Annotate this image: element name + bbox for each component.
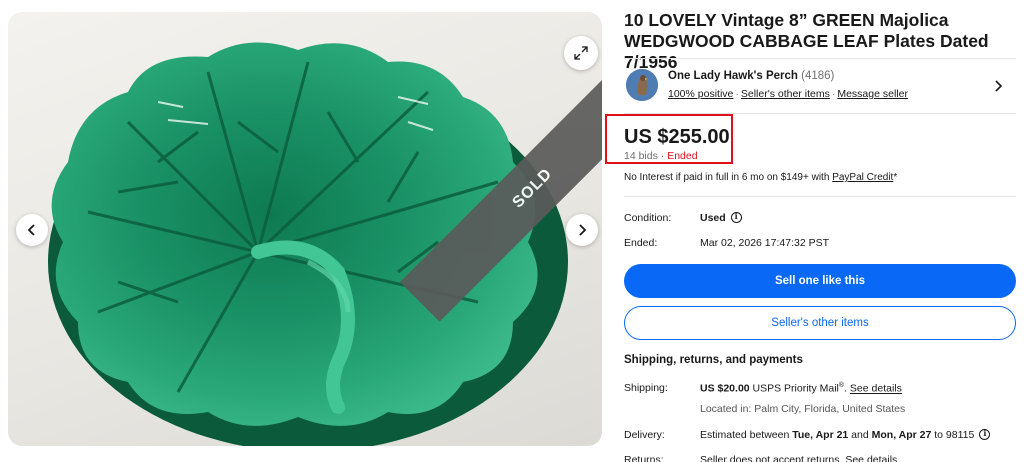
separator-dot: · — [831, 88, 836, 100]
seller-avatar[interactable] — [626, 69, 658, 101]
sold-label: SOLD — [509, 165, 556, 212]
delivery-end: Mon, Apr 27 — [871, 429, 932, 441]
next-image-button[interactable] — [566, 214, 598, 246]
ended-label: Ended: — [624, 237, 658, 249]
separator-dot: · — [660, 150, 665, 162]
divider — [624, 196, 1016, 197]
shipping-service: USPS Priority Mail — [752, 382, 839, 395]
message-seller-link[interactable]: Message seller — [837, 88, 908, 100]
chevron-left-icon — [27, 224, 35, 236]
condition-label: Condition: — [624, 212, 672, 224]
seller-links: 100% positive · Seller's other items · Messa… — [668, 88, 908, 100]
returns-see-details-link[interactable]: See details — [845, 454, 897, 462]
delivery-value: Estimated between Tue, Apr 21 and Mon, A… — [700, 428, 991, 441]
image-gallery[interactable]: SOLD — [8, 12, 602, 446]
separator-dot: · — [735, 88, 739, 100]
chevron-right-icon — [579, 224, 587, 236]
shipping-see-details-link[interactable]: See details — [850, 383, 902, 395]
shipping-value: US $20.00 USPS Priority Mail®. See detai… — [700, 382, 902, 395]
expand-icon — [574, 46, 588, 60]
previous-image-button[interactable] — [16, 214, 48, 246]
paypal-credit-link[interactable]: PayPal Credit — [832, 172, 893, 183]
returns-label: Returns: — [624, 454, 664, 462]
shipping-label: Shipping: — [624, 382, 668, 394]
credit-suffix: * — [893, 172, 898, 183]
ended-status: Ended — [667, 150, 698, 162]
shipping-section-title: Shipping, returns, and payments — [624, 354, 803, 366]
credit-offer: No Interest if paid in full in 6 mo on $… — [624, 172, 897, 183]
registered-mark: ® — [838, 382, 845, 389]
chevron-right-icon[interactable] — [994, 79, 1004, 93]
credit-text: No Interest if paid in full in 6 mo on $… — [624, 172, 830, 183]
expand-image-button[interactable] — [564, 36, 598, 70]
delivery-start: Tue, Apr 21 — [792, 429, 849, 441]
delivery-suffix: to 98115 — [934, 429, 975, 441]
item-location: Located in: Palm City, Florida, United S… — [700, 403, 906, 415]
shipping-price: US $20.00 — [700, 382, 750, 395]
sellers-other-items-button[interactable]: Seller's other items — [624, 306, 1016, 340]
sell-one-like-this-button[interactable]: Sell one like this — [624, 264, 1016, 298]
delivery-prefix: Estimated between — [700, 429, 790, 441]
price-amount: US $255.00 — [624, 126, 730, 148]
seller-other-items-link[interactable]: Seller's other items — [741, 88, 830, 100]
returns-text: Seller does not accept returns. — [700, 454, 843, 462]
positive-feedback-link[interactable]: 100% positive — [668, 88, 733, 100]
feedback-count: (4186) — [801, 70, 835, 82]
condition-value: Used — [700, 211, 742, 224]
ended-value: Mar 02, 2026 17:47:32 PST — [700, 237, 829, 249]
bid-status: 14 bids · Ended — [624, 150, 698, 162]
seller-name-text[interactable]: One Lady Hawk's Perch — [668, 70, 798, 82]
seller-card[interactable]: One Lady Hawk's Perch (4186) 100% positi… — [624, 58, 1016, 114]
bid-count: 14 bids — [624, 150, 658, 162]
listing-panel: 10 LOVELY Vintage 8” GREEN Majolica WEDG… — [605, 10, 1020, 462]
delivery-and: and — [851, 429, 869, 441]
hawk-icon — [626, 69, 658, 101]
info-icon[interactable] — [730, 211, 742, 223]
delivery-label: Delivery: — [624, 429, 665, 441]
condition-text: Used — [700, 212, 726, 224]
seller-name[interactable]: One Lady Hawk's Perch (4186) — [668, 70, 834, 82]
returns-value: Seller does not accept returns. See deta… — [700, 454, 897, 462]
info-icon[interactable] — [979, 428, 991, 440]
